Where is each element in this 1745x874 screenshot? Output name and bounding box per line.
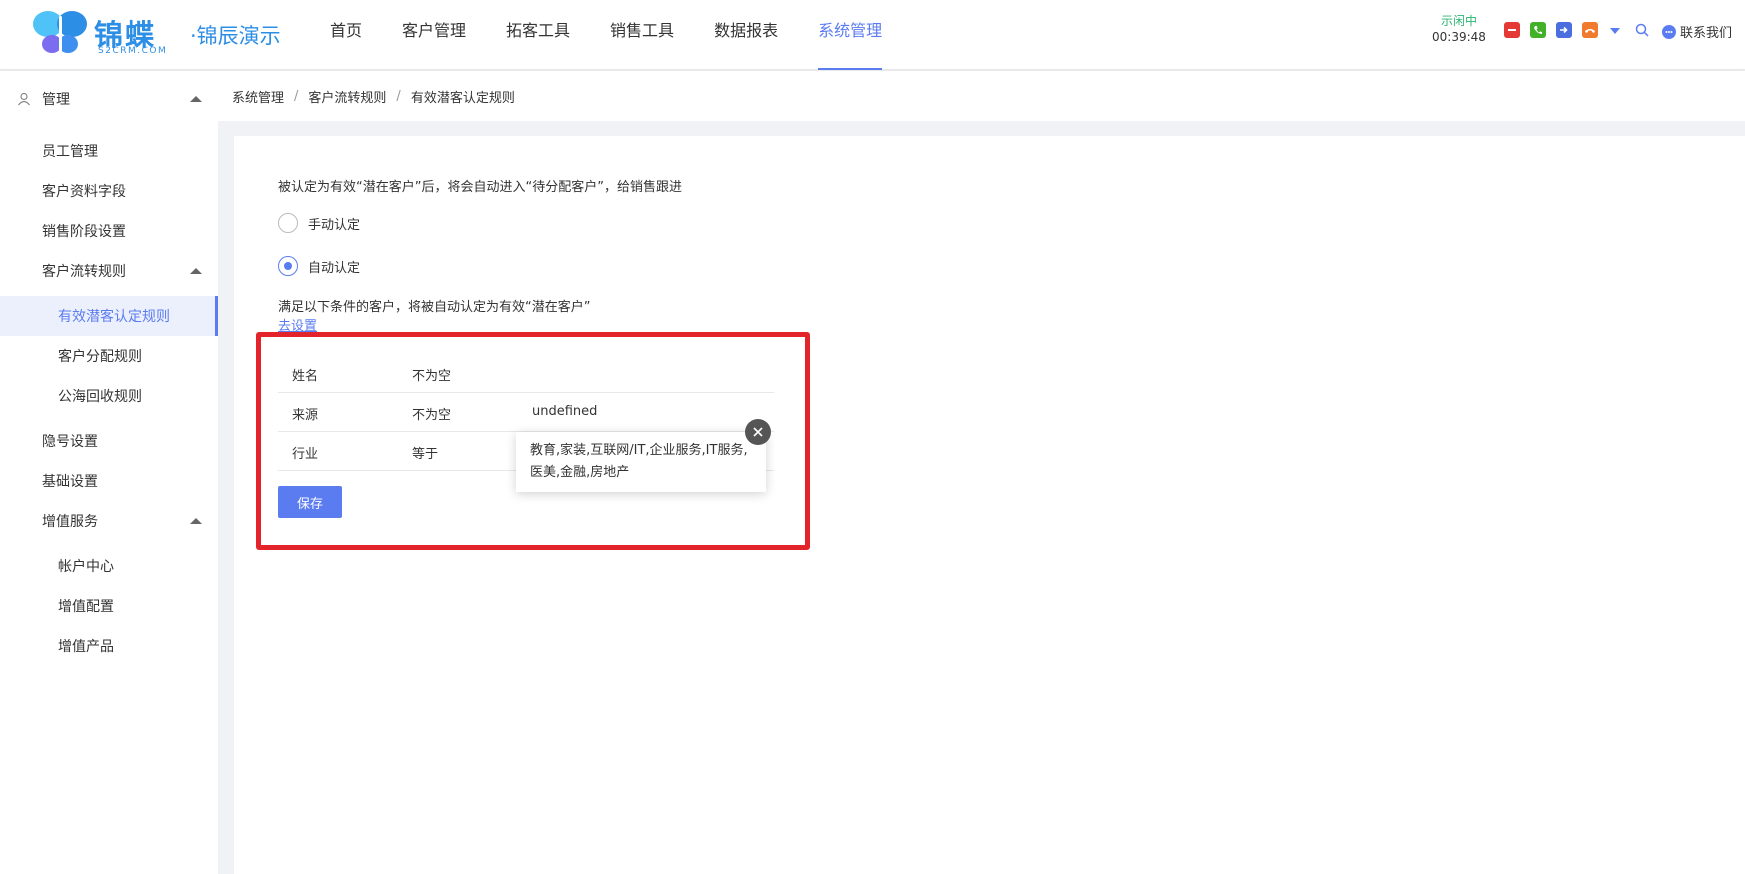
main-nav: 首页 客户管理 拓客工具 销售工具 数据报表 系统管理 <box>330 0 922 70</box>
logo-demo-label: ·锦辰演示 <box>190 24 281 48</box>
transfer-icon[interactable] <box>1556 22 1572 38</box>
sidebar-item-value-added[interactable]: 增值服务 <box>0 501 218 541</box>
breadcrumb-system[interactable]: 系统管理 <box>232 87 284 106</box>
nav-system-management[interactable]: 系统管理 <box>818 0 883 70</box>
sidebar-item-basic[interactable]: 基础设置 <box>0 461 218 501</box>
rule-value-tooltip: 教育,家装,互联网/IT,企业服务,IT服务,医美,金融,房地产 <box>516 432 766 492</box>
call-status: 示闲中 00:39:48 <box>1432 13 1486 45</box>
breadcrumb-separator: / <box>396 88 401 104</box>
chevron-up-icon <box>190 518 202 524</box>
radio-circle[interactable] <box>278 256 298 276</box>
logo-domain: S2CRM.COM <box>98 46 168 56</box>
content-panel: 被认定为有效“潜在客户”后，将会自动进入“待分配客户”，给销售跟进 手动认定 自… <box>234 136 1745 874</box>
top-header: 锦蝶 S2CRM.COM ·锦辰演示 首页 客户管理 拓客工具 销售工具 数据报… <box>0 0 1745 70</box>
table-row: 姓名 不为空 <box>278 354 774 393</box>
nav-data-reports[interactable]: 数据报表 <box>714 0 778 70</box>
nav-sales-tools[interactable]: 销售工具 <box>610 0 674 70</box>
table-row: 来源 不为空 undefined <box>278 393 774 432</box>
sidebar-item-label: 有效潜客认定规则 <box>58 309 170 325</box>
call-status-text: 示闲中 <box>1440 14 1477 28</box>
sidebar-item-label: 隐号设置 <box>42 434 98 450</box>
breadcrumb: 系统管理 / 客户流转规则 / 有效潜客认定规则 <box>218 71 1745 121</box>
sidebar-item-customer-fields[interactable]: 客户资料字段 <box>0 171 218 211</box>
contact-us-label: 联系我们 <box>1680 26 1733 41</box>
search-icon[interactable] <box>1634 22 1650 38</box>
sidebar-item-label: 员工管理 <box>42 144 98 160</box>
user-icon <box>18 92 30 106</box>
chevron-up-icon <box>190 96 202 102</box>
rule-field: 行业 <box>292 447 319 462</box>
rule-field: 来源 <box>292 408 319 423</box>
rule-field: 姓名 <box>292 369 319 384</box>
radio-manual-label: 手动认定 <box>308 217 361 233</box>
nav-home[interactable]: 首页 <box>330 0 362 70</box>
sidebar-item-label: 增值服务 <box>42 514 98 530</box>
sidebar: 管理 员工管理 客户资料字段 销售阶段设置 客户流转规则 有效潜客认定规则 客户… <box>0 71 218 874</box>
sidebar-item-flow-rules[interactable]: 客户流转规则 <box>0 251 218 291</box>
call-timer: 00:39:48 <box>1432 30 1486 44</box>
sidebar-item-label: 公海回收规则 <box>58 389 142 405</box>
hangup-icon[interactable] <box>1582 22 1598 38</box>
nav-prospecting-tools[interactable]: 拓客工具 <box>506 0 570 70</box>
rule-description: 被认定为有效“潜在客户”后，将会自动进入“待分配客户”，给销售跟进 <box>278 180 682 195</box>
sidebar-group-manage[interactable]: 管理 <box>0 79 218 119</box>
sidebar-item-value-config[interactable]: 增值配置 <box>0 586 218 626</box>
sidebar-item-label: 客户流转规则 <box>42 264 126 280</box>
sidebar-item-privacy[interactable]: 隐号设置 <box>0 421 218 461</box>
close-icon[interactable] <box>745 419 771 445</box>
breadcrumb-separator: / <box>294 88 299 104</box>
sidebar-item-label: 基础设置 <box>42 474 98 490</box>
logo[interactable]: 锦蝶 S2CRM.COM ·锦辰演示 <box>32 8 292 58</box>
contact-us-button[interactable]: 联系我们 <box>1662 22 1732 41</box>
sidebar-item-label: 销售阶段设置 <box>42 224 126 240</box>
sidebar-item-label: 增值配置 <box>58 599 114 615</box>
butterfly-logo-icon <box>33 11 87 53</box>
sidebar-item-label: 增值产品 <box>58 639 114 655</box>
busy-icon[interactable] <box>1504 22 1520 38</box>
nav-customer-management[interactable]: 客户管理 <box>402 0 466 70</box>
rule-operator: 不为空 <box>412 369 452 384</box>
sidebar-item-label: 帐户中心 <box>58 559 114 575</box>
radio-circle[interactable] <box>278 213 298 233</box>
sidebar-item-valid-lead-rule[interactable]: 有效潜客认定规则 <box>0 296 218 336</box>
condition-description: 满足以下条件的客户，将被自动认定为有效“潜在客户” <box>278 300 591 315</box>
breadcrumb-current: 有效潜客认定规则 <box>410 90 515 106</box>
radio-manual[interactable]: 手动认定 <box>278 213 360 233</box>
dropdown-icon[interactable] <box>1609 27 1621 35</box>
sidebar-item-account-center[interactable]: 帐户中心 <box>0 546 218 586</box>
breadcrumb-flow-rules[interactable]: 客户流转规则 <box>308 87 386 106</box>
phone-icon[interactable] <box>1530 22 1546 38</box>
rule-operator: 等于 <box>412 447 439 462</box>
sidebar-item-employee[interactable]: 员工管理 <box>0 131 218 171</box>
sidebar-item-value-products[interactable]: 增值产品 <box>0 626 218 666</box>
sidebar-item-label: 客户分配规则 <box>58 349 142 365</box>
rule-operator: 不为空 <box>412 408 452 423</box>
radio-auto-label: 自动认定 <box>308 260 361 276</box>
sidebar-item-sales-stage[interactable]: 销售阶段设置 <box>0 211 218 251</box>
save-button[interactable]: 保存 <box>278 486 342 518</box>
sidebar-item-recycle-rule[interactable]: 公海回收规则 <box>0 376 218 416</box>
rule-value: undefined <box>532 404 598 419</box>
sidebar-group-manage-label: 管理 <box>42 92 70 108</box>
chevron-up-icon <box>190 268 202 274</box>
radio-auto[interactable]: 自动认定 <box>278 256 360 276</box>
sidebar-item-assign-rule[interactable]: 客户分配规则 <box>0 336 218 376</box>
chat-bubble-icon <box>1662 24 1676 39</box>
sidebar-item-label: 客户资料字段 <box>42 184 126 200</box>
